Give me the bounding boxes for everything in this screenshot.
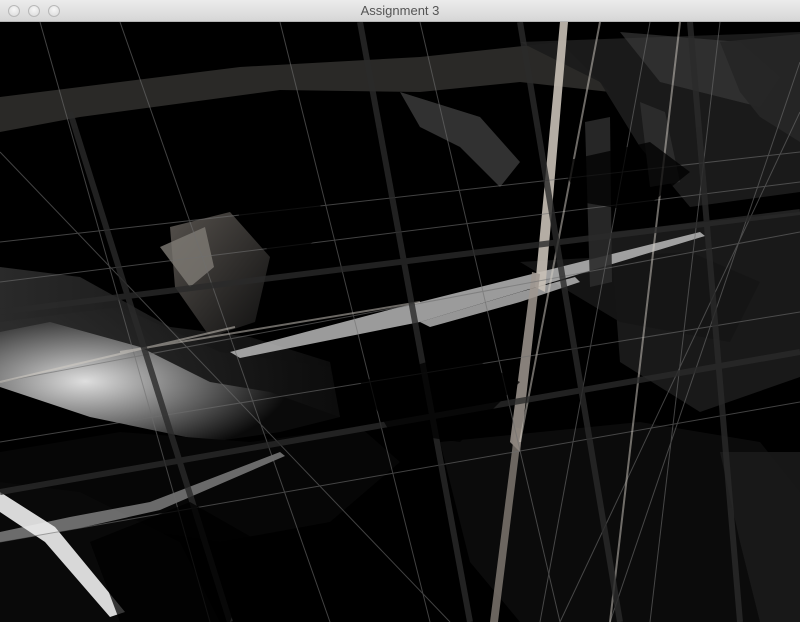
window-title: Assignment 3 xyxy=(360,3,440,18)
title-bar[interactable]: Assignment 3 xyxy=(0,0,800,22)
3d-render-canvas xyxy=(0,22,800,622)
render-viewport[interactable] xyxy=(0,22,800,622)
app-window: Assignment 3 xyxy=(0,0,800,622)
